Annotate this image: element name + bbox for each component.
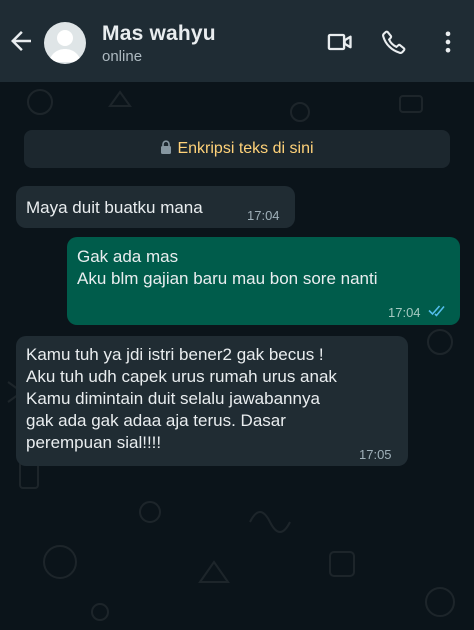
video-camera-icon[interactable] (326, 28, 354, 56)
contact-name[interactable]: Mas wahyu (102, 22, 216, 46)
message-time: 17:04 (388, 305, 421, 320)
arrow-left-icon[interactable] (6, 26, 36, 56)
message-line: Kamu tuh ya jdi istri bener2 gak becus ! (26, 345, 324, 364)
message-bubble-incoming[interactable]: Kamu tuh ya jdi istri bener2 gak becus !… (16, 336, 408, 466)
message-line: perempuan sial!!!! (26, 433, 162, 452)
message-line: Aku blm gajian baru mau bon sore nanti (77, 269, 378, 288)
message-time: 17:05 (359, 447, 392, 462)
message-line: Aku tuh udh capek urus rumah urus anak (26, 367, 337, 386)
avatar[interactable] (44, 22, 86, 64)
chat-area[interactable]: Enkripsi teks di sini Maya duit buatku m… (0, 82, 474, 630)
lock-icon (160, 139, 172, 159)
message-line: Kamu dimintain duit selalu jawabannya (26, 389, 320, 408)
encryption-notice[interactable]: Enkripsi teks di sini (24, 130, 450, 168)
phone-icon[interactable] (380, 28, 408, 56)
message-line: gak ada gak adaa aja terus. Dasar (26, 411, 286, 430)
message-line: Gak ada mas (77, 247, 179, 266)
encryption-text: Enkripsi teks di sini (177, 140, 314, 157)
contact-status: online (102, 48, 143, 65)
message-text: Maya duit buatku mana (26, 198, 203, 217)
more-vertical-icon[interactable] (434, 28, 462, 56)
message-bubble-incoming[interactable]: Maya duit buatku mana 17:04 (16, 186, 295, 228)
message-bubble-outgoing[interactable]: Gak ada mas Aku blm gajian baru mau bon … (67, 237, 460, 325)
message-time: 17:04 (247, 208, 280, 223)
double-check-read-icon (428, 301, 448, 323)
chat-header: Mas wahyu online (0, 0, 474, 82)
